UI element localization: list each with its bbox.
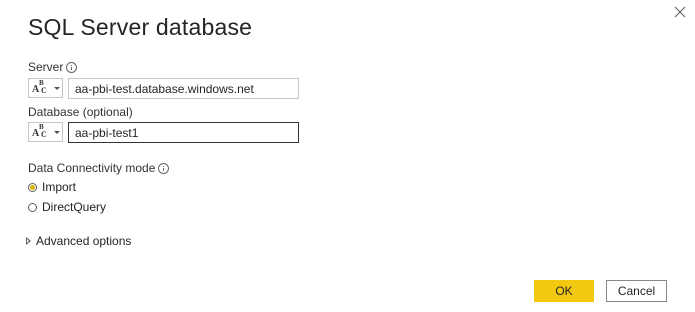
server-type-dropdown[interactable]: ABC: [28, 78, 63, 98]
radio-unselected-icon: [28, 202, 37, 212]
server-input[interactable]: [68, 78, 299, 99]
sql-server-dialog: SQL Server database Server ABC Database …: [0, 0, 695, 312]
connectivity-label: Data Connectivity mode: [28, 161, 156, 175]
chevron-down-icon: [54, 87, 60, 90]
advanced-options-toggle[interactable]: Advanced options: [26, 233, 131, 249]
info-icon[interactable]: [158, 162, 170, 174]
server-label: Server: [28, 60, 64, 74]
dialog-title: SQL Server database: [28, 14, 253, 40]
radio-import[interactable]: Import: [28, 179, 76, 195]
close-icon: [674, 6, 686, 18]
cancel-button[interactable]: Cancel: [606, 280, 667, 302]
connectivity-label-row: Data Connectivity mode: [28, 161, 170, 175]
database-label: Database (optional): [28, 105, 133, 119]
radio-directquery[interactable]: DirectQuery: [28, 199, 106, 215]
database-type-dropdown[interactable]: ABC: [28, 122, 63, 142]
close-button[interactable]: [671, 3, 689, 21]
abc-text-type-icon: ABC: [32, 123, 47, 139]
info-icon[interactable]: [66, 61, 78, 73]
expand-arrow-icon: [26, 237, 31, 245]
database-label-row: Database (optional): [28, 105, 133, 119]
radio-selected-icon: [28, 182, 37, 192]
chevron-down-icon: [54, 131, 60, 134]
advanced-options-label: Advanced options: [36, 234, 132, 248]
server-label-row: Server: [28, 60, 78, 74]
ok-button[interactable]: OK: [534, 280, 594, 302]
radio-import-label: Import: [42, 180, 77, 194]
radio-directquery-label: DirectQuery: [42, 200, 107, 214]
abc-text-type-icon: ABC: [32, 79, 47, 95]
database-input[interactable]: [68, 122, 299, 143]
